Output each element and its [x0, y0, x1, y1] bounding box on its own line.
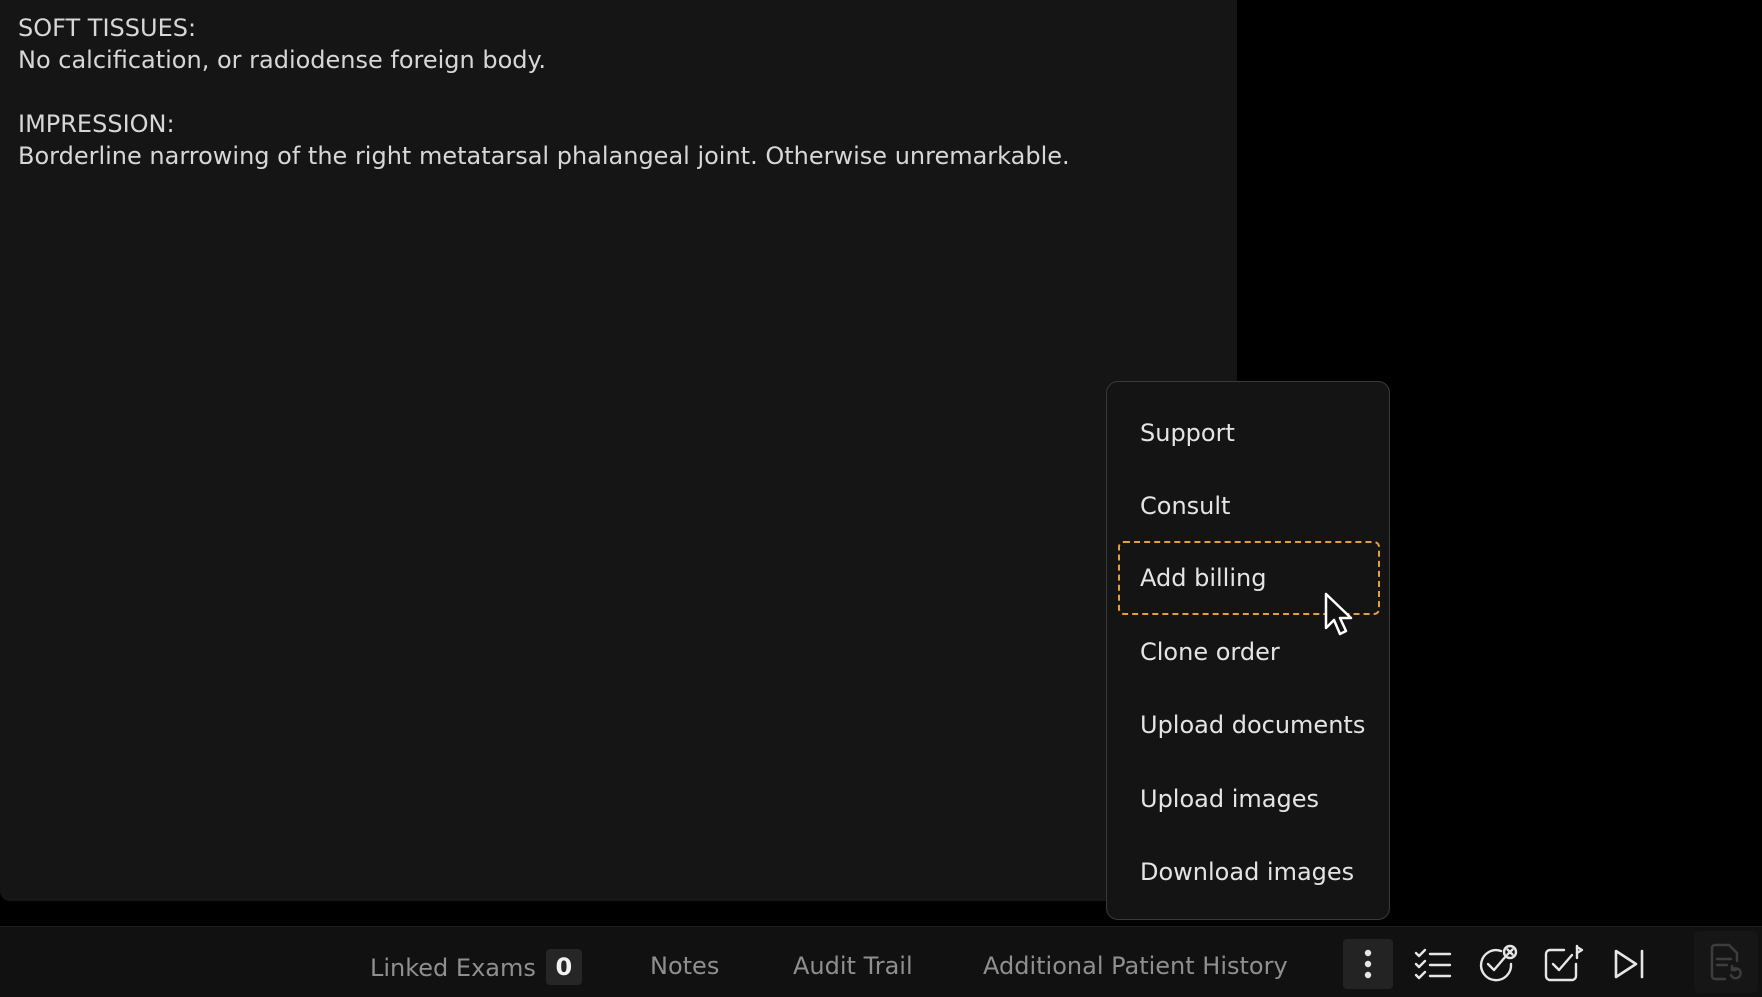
- skip-next-button[interactable]: [1604, 939, 1654, 989]
- document-refresh-button[interactable]: [1694, 931, 1758, 993]
- menu-item-upload-documents[interactable]: Upload documents: [1118, 688, 1380, 762]
- skip-next-icon: [1614, 949, 1644, 979]
- menu-item-support[interactable]: Support: [1118, 396, 1380, 470]
- tab-audit-trail[interactable]: Audit Trail: [793, 951, 913, 981]
- linked-exams-count-badge: 0: [545, 949, 582, 985]
- check-cancel-button[interactable]: [1473, 939, 1523, 989]
- tab-notes[interactable]: Notes: [650, 951, 719, 981]
- check-flag-icon: [1544, 944, 1584, 982]
- check-cancel-icon: [1479, 944, 1518, 982]
- bottom-toolbar: Linked Exams 0 Notes Audit Trail Addition…: [0, 926, 1762, 997]
- soft-tissues-text: No calcification, or radiodense foreign …: [18, 46, 546, 74]
- checklist-button[interactable]: [1408, 939, 1458, 989]
- report-text: SOFT TISSUES: No calcification, or radio…: [18, 12, 1070, 172]
- impression-heading: IMPRESSION:: [18, 110, 175, 138]
- document-refresh-icon: [1710, 943, 1742, 981]
- mouse-pointer-icon: [1324, 592, 1353, 636]
- tab-linked-exams[interactable]: Linked Exams 0: [370, 949, 582, 987]
- impression-text: Borderline narrowing of the right metata…: [18, 142, 1070, 170]
- report-panel: SOFT TISSUES: No calcification, or radio…: [0, 0, 1237, 901]
- menu-item-consult[interactable]: Consult: [1118, 469, 1380, 543]
- more-vertical-icon: [1364, 949, 1372, 979]
- check-flag-button[interactable]: [1538, 939, 1588, 989]
- soft-tissues-heading: SOFT TISSUES:: [18, 14, 197, 42]
- menu-item-upload-images[interactable]: Upload images: [1118, 762, 1380, 836]
- checklist-icon: [1414, 948, 1452, 980]
- more-options-button[interactable]: [1343, 939, 1393, 989]
- tab-linked-exams-label: Linked Exams: [370, 954, 536, 982]
- tab-additional-patient-history[interactable]: Additional Patient History: [983, 951, 1288, 981]
- menu-item-download-images[interactable]: Download images: [1118, 835, 1380, 909]
- more-actions-menu: Support Consult Add billing Clone order …: [1106, 381, 1390, 920]
